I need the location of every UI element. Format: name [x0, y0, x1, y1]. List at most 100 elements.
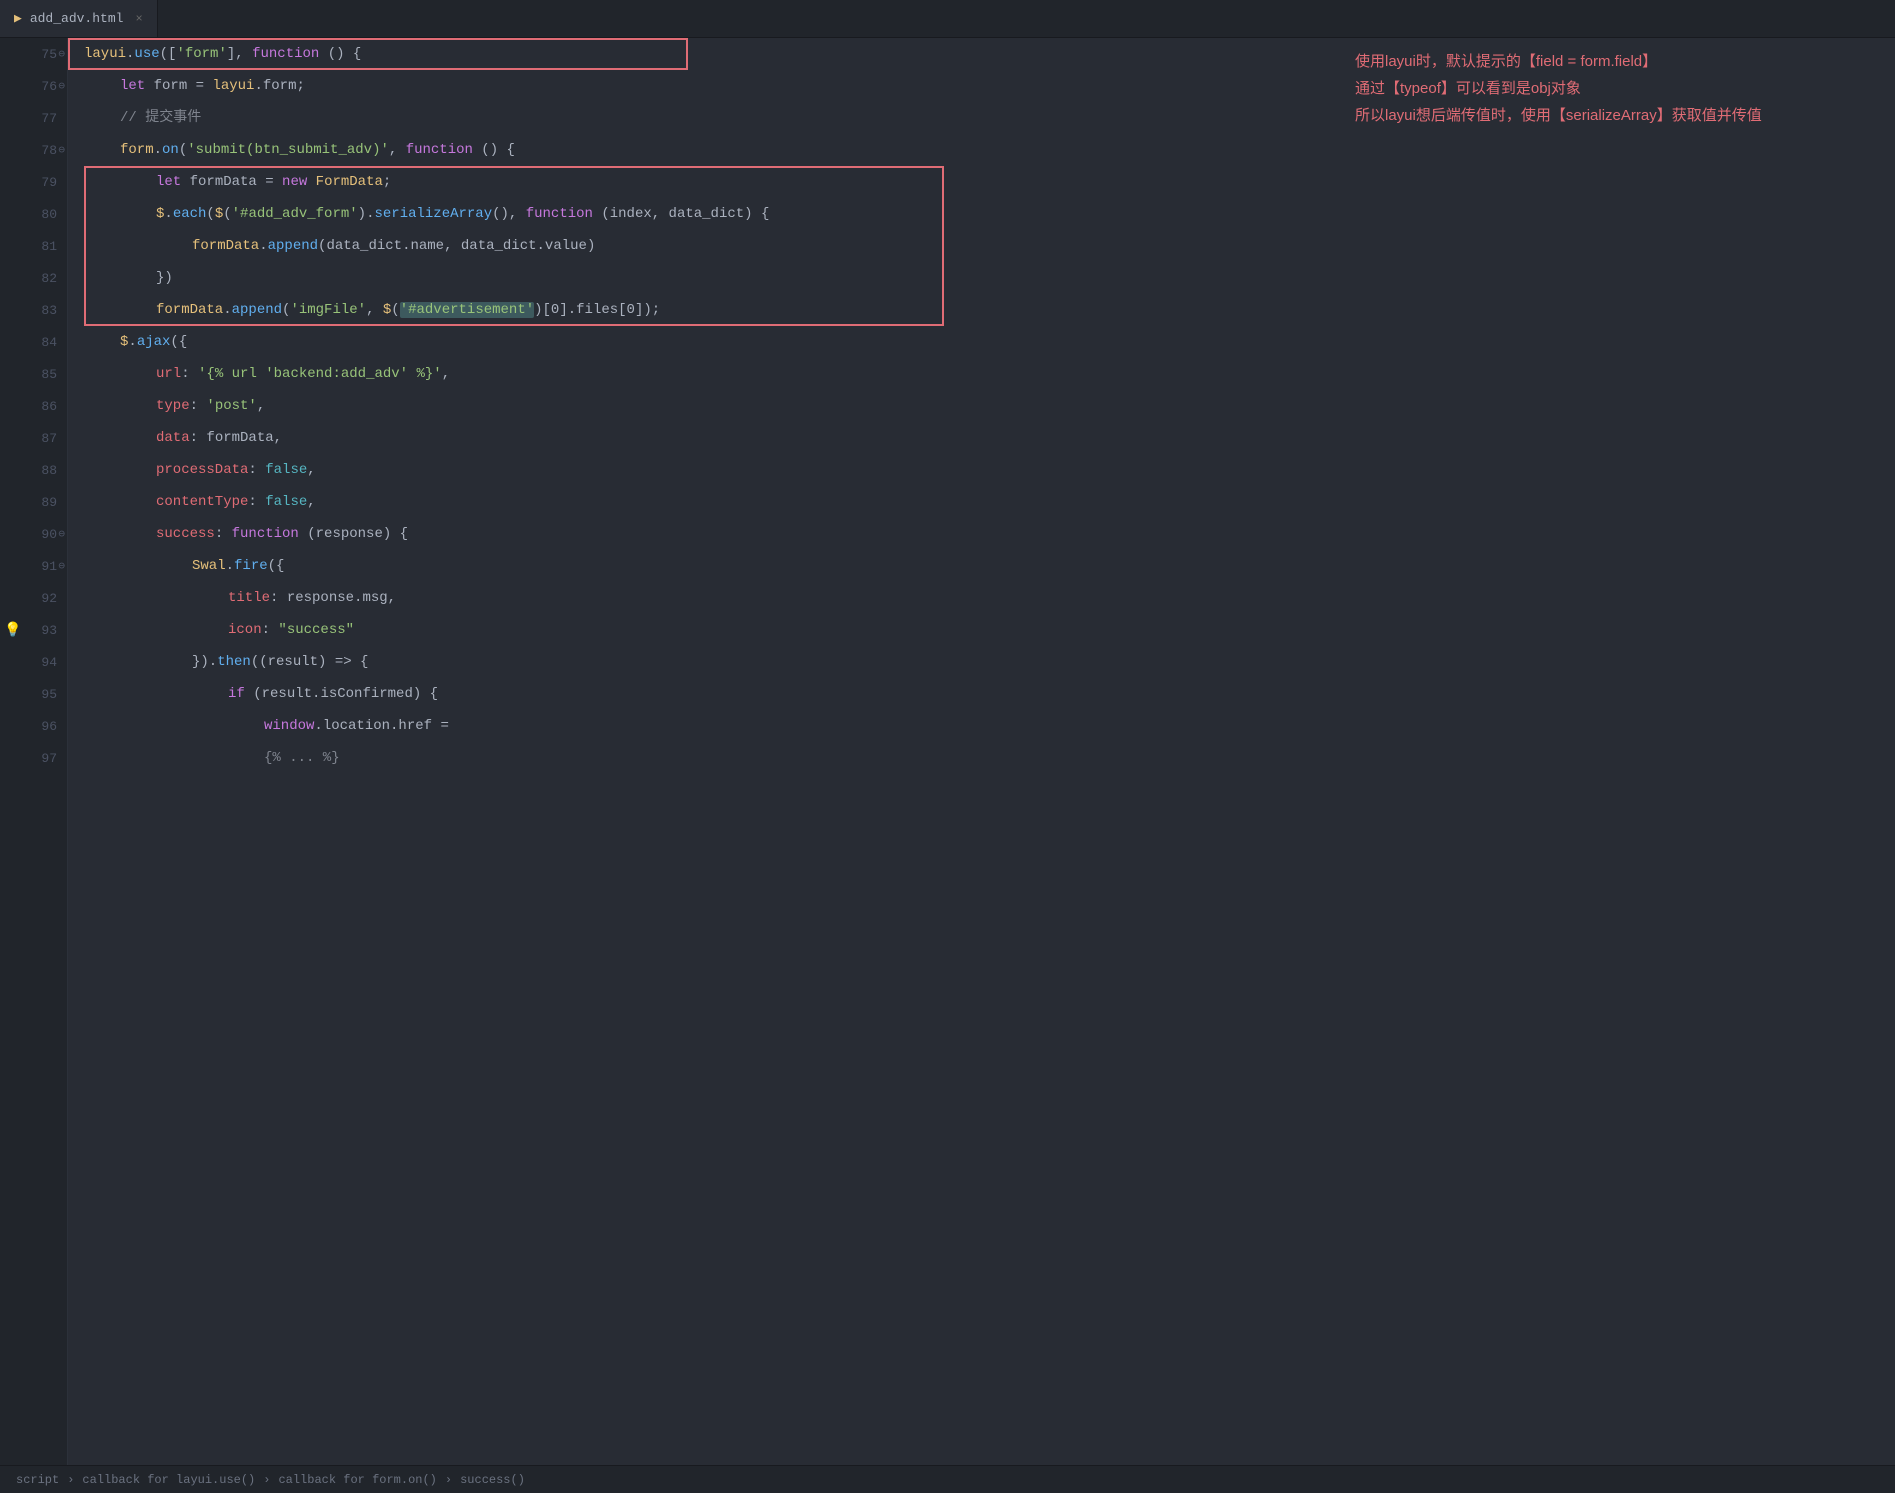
breadcrumb-item[interactable]: callback for form.on() [278, 1473, 436, 1487]
code-content: layui.use(['form'], function () { [68, 38, 1895, 70]
table-row: if (result.isConfirmed) { [68, 678, 1895, 710]
gutter-row: ⊖90 [0, 518, 67, 550]
gutter-row: 84 [0, 326, 67, 358]
gutter-row: 96 [0, 710, 67, 742]
code-token: let [120, 78, 145, 94]
code-token: type [156, 398, 190, 414]
code-token: : [181, 366, 198, 382]
code-token: '#advertisement' [400, 302, 534, 318]
code-token: layui [84, 46, 126, 62]
tab-add-adv[interactable]: ▶ add_adv.html × [0, 0, 158, 37]
code-token: ([ [160, 46, 177, 62]
line-number: 86 [0, 399, 67, 414]
table-row: formData.append('imgFile', $('#advertise… [68, 294, 1895, 326]
code-token: files [576, 302, 618, 318]
breadcrumb-separator: › [445, 1473, 452, 1487]
line-number: 81 [0, 239, 67, 254]
code-token: each [173, 206, 207, 222]
breadcrumb-separator: › [67, 1473, 74, 1487]
code-token: use [134, 46, 159, 62]
breadcrumb-item[interactable]: callback for layui.use() [82, 1473, 255, 1487]
line-number: 75 [0, 47, 67, 62]
gutter-row: 87 [0, 422, 67, 454]
code-token: {% ... %} [264, 750, 340, 766]
code-content: icon: "success" [68, 614, 1895, 646]
breadcrumb-item[interactable]: success() [460, 1473, 525, 1487]
status-bar: script › callback for layui.use() › call… [0, 1465, 1895, 1493]
code-token: msg [362, 590, 387, 606]
code-token: ( [206, 206, 214, 222]
code-token: "success" [278, 622, 354, 638]
code-token: . [259, 238, 267, 254]
code-token: '{% url [198, 366, 265, 382]
gutter-row: 97 [0, 742, 67, 774]
fold-icon[interactable]: ⊖ [58, 79, 65, 93]
code-token: ; [296, 78, 304, 94]
code-token: ). [358, 206, 375, 222]
code-token: if [228, 686, 245, 702]
code-content: formData.append('imgFile', $('#advertise… [68, 294, 1895, 326]
table-row: url: '{% url 'backend:add_adv' %}', [68, 358, 1895, 390]
code-token: (response) { [299, 526, 408, 542]
code-token: window [264, 718, 314, 734]
code-token: (), [492, 206, 526, 222]
code-token: : [215, 526, 232, 542]
code-token: new [282, 174, 307, 190]
code-area[interactable]: 使用layui时，默认提示的【field = form.field】 通过【ty… [68, 38, 1895, 1465]
code-content: $.ajax({ [68, 326, 1895, 358]
code-token: ajax [137, 334, 171, 350]
fold-icon[interactable]: ⊖ [58, 527, 65, 541]
line-number: 87 [0, 431, 67, 446]
gutter-row: 85 [0, 358, 67, 390]
breadcrumb-separator: › [263, 1473, 270, 1487]
code-token: . [223, 302, 231, 318]
code-lines: layui.use(['form'], function () { let for… [68, 38, 1895, 774]
code-token: data_dict [326, 238, 402, 254]
code-token: ); [643, 302, 660, 318]
table-row: }) [68, 262, 1895, 294]
tab-close-button[interactable]: × [135, 12, 142, 26]
code-content: data: formData, [68, 422, 1895, 454]
code-token: false [265, 462, 307, 478]
table-row: formData.append(data_dict.name, data_dic… [68, 230, 1895, 262]
code-token: }). [192, 654, 217, 670]
table-row: let formData = new FormData; [68, 166, 1895, 198]
code-token: . [226, 558, 234, 574]
code-token: false [265, 494, 307, 510]
code-token: data [156, 430, 190, 446]
line-number: 91 [0, 559, 67, 574]
code-token: , [388, 590, 396, 606]
code-content: let formData = new FormData; [68, 166, 1895, 198]
gutter-row: ⊖91 [0, 550, 67, 582]
code-token: then [217, 654, 251, 670]
breadcrumb-item[interactable]: script [16, 1473, 59, 1487]
code-token: ; [383, 174, 391, 190]
tab-bar: ▶ add_adv.html × [0, 0, 1895, 38]
code-token: ) [587, 238, 595, 254]
code-token: .value [537, 238, 587, 254]
fold-icon[interactable]: ⊖ [58, 559, 65, 573]
code-content: }).then((result) => { [68, 646, 1895, 678]
code-token: : response. [270, 590, 362, 606]
code-token: : [262, 622, 279, 638]
line-number: 88 [0, 463, 67, 478]
code-token: () { [319, 46, 361, 62]
line-number: 97 [0, 751, 67, 766]
code-token: data_dict [461, 238, 537, 254]
code-token: . [154, 142, 162, 158]
code-token: . [128, 334, 136, 350]
code-token: Swal [192, 558, 226, 574]
line-number: 90 [0, 527, 67, 542]
code-token: processData [156, 462, 248, 478]
tab-filename: add_adv.html [30, 11, 124, 26]
table-row: window.location.href = [68, 710, 1895, 742]
gutter-row: ⊖75 [0, 38, 67, 70]
fold-icon[interactable]: ⊖ [58, 143, 65, 157]
code-token: : formData, [190, 430, 282, 446]
code-token: , [257, 398, 265, 414]
code-token: () { [473, 142, 515, 158]
line-number: 85 [0, 367, 67, 382]
fold-icon[interactable]: ⊖ [58, 47, 65, 61]
code-content: Swal.fire({ [68, 550, 1895, 582]
code-token: ) { [413, 686, 438, 702]
